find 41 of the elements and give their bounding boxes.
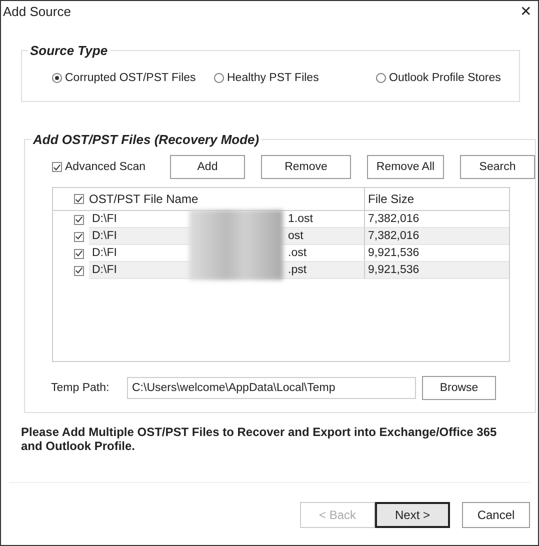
- group-title: Source Type: [29, 43, 109, 58]
- field-label: Temp Path:: [51, 382, 110, 394]
- checkbox-label[interactable]: Advanced Scan: [65, 161, 146, 173]
- table-cell: 7,382,016: [368, 213, 420, 225]
- column-header[interactable]: File Size: [364, 188, 509, 210]
- table-cell: 7,382,016: [368, 230, 420, 242]
- table-cell-text: .pst: [288, 264, 308, 276]
- window-title: Add Source: [3, 4, 71, 18]
- close-button[interactable]: ✕: [520, 3, 532, 19]
- radio-label[interactable]: Outlook Profile Stores: [389, 72, 501, 84]
- toolbar-button[interactable]: Add: [170, 155, 245, 179]
- radio-button[interactable]: [214, 73, 224, 83]
- checkbox[interactable]: [74, 214, 84, 224]
- browse-button[interactable]: Browse: [422, 376, 496, 400]
- group-title: Add OST/PST Files (Recovery Mode): [32, 132, 260, 147]
- table-cell: D:\FI: [92, 230, 117, 242]
- checkbox[interactable]: [74, 266, 84, 276]
- checkbox[interactable]: [74, 248, 84, 258]
- checkbox[interactable]: [52, 162, 62, 172]
- table-cell: 9,921,536: [368, 247, 420, 259]
- table-cell: D:\FI: [92, 264, 117, 276]
- table-cell: D:\FI: [92, 247, 117, 259]
- column-header[interactable]: OST/PST File Name: [89, 192, 364, 206]
- instruction-text: Please Add Multiple OST/PST Files to Recover and Export into Exchange/Office 365 and Outlook Profile.: [21, 425, 498, 453]
- toolbar-button[interactable]: Remove: [261, 155, 351, 179]
- temp-path-field[interactable]: C:\Users\welcome\AppData\Local\Temp: [127, 377, 416, 399]
- checkbox[interactable]: [74, 232, 84, 242]
- radio-button[interactable]: [376, 73, 386, 83]
- radio-label[interactable]: Healthy PST Files: [227, 72, 319, 84]
- toolbar-button[interactable]: Remove All: [367, 155, 444, 179]
- table-cell-text: 1.ost: [288, 213, 314, 225]
- radio-button[interactable]: [52, 73, 62, 83]
- table-cell: 9,921,536: [368, 264, 420, 276]
- toolbar-button[interactable]: Search: [460, 155, 535, 179]
- checkbox[interactable]: [74, 194, 84, 204]
- radio-label[interactable]: Corrupted OST/PST Files: [65, 72, 196, 84]
- dialog-button[interactable]: Next >: [375, 502, 450, 528]
- dialog-button[interactable]: Cancel: [462, 502, 530, 528]
- table-cell-text: ost: [288, 230, 304, 242]
- table-cell-text: .ost: [288, 247, 308, 259]
- table-cell: D:\FI: [92, 213, 117, 225]
